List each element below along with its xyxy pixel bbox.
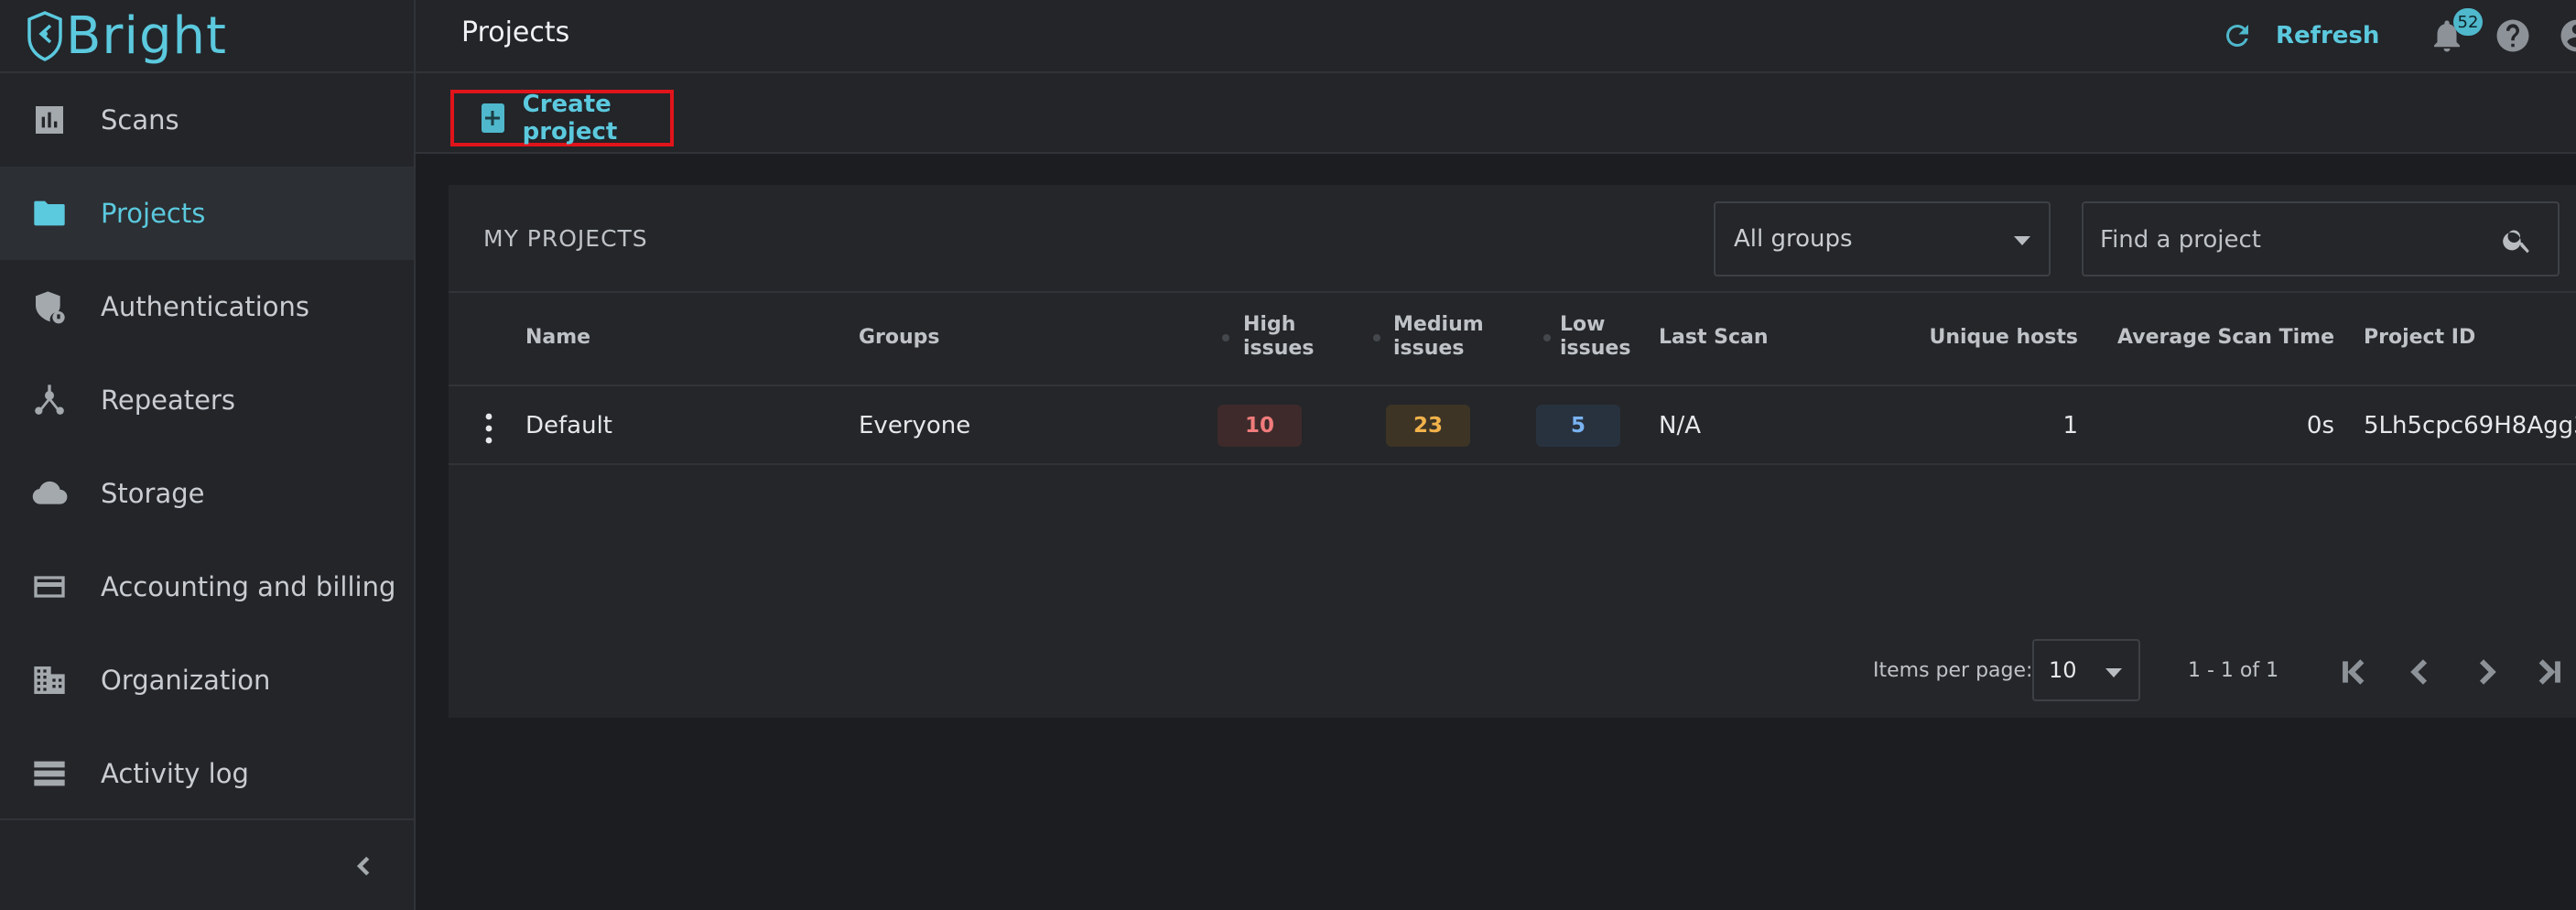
last-page-icon bbox=[2538, 659, 2560, 685]
sort-indicator-icon bbox=[1543, 334, 1551, 341]
project-id-value: 5Lh5cpc69H8Agg3 bbox=[2364, 412, 2576, 439]
refresh-button[interactable]: Refresh bbox=[2221, 15, 2379, 57]
brand-logo[interactable]: Bright bbox=[0, 0, 414, 73]
search-icon[interactable] bbox=[2501, 223, 2534, 256]
list-icon bbox=[31, 755, 68, 792]
collapse-sidebar-button[interactable] bbox=[346, 848, 383, 884]
sidebar-item-repeaters[interactable]: Repeaters bbox=[0, 353, 414, 447]
create-project-button[interactable]: Create project bbox=[450, 90, 674, 146]
sidebar-item-label: Authentications bbox=[101, 291, 309, 322]
items-per-page-select[interactable]: 10 bbox=[2032, 639, 2140, 701]
groups-filter-select[interactable]: All groups bbox=[1714, 201, 2051, 276]
average-scan-time-value: 0s bbox=[2306, 412, 2334, 439]
refresh-label: Refresh bbox=[2276, 22, 2380, 49]
column-header-high-issues[interactable]: High issues bbox=[1243, 313, 1314, 361]
chevron-right-icon bbox=[2479, 659, 2496, 685]
search-input[interactable] bbox=[2100, 222, 2484, 258]
column-header-project-id[interactable]: Project ID bbox=[2364, 326, 2475, 350]
last-page-button[interactable] bbox=[2530, 654, 2567, 690]
project-groups: Everyone bbox=[859, 412, 971, 439]
sidebar-item-label: Projects bbox=[101, 198, 206, 229]
sidebar-item-organization[interactable]: Organization bbox=[0, 634, 414, 727]
page-range: 1 - 1 of 1 bbox=[2188, 659, 2279, 682]
refresh-icon bbox=[2226, 25, 2248, 47]
help-icon bbox=[2496, 19, 2529, 52]
card-title: MY PROJECTS bbox=[483, 225, 648, 252]
sidebar-item-projects[interactable]: Projects bbox=[0, 167, 414, 260]
account-circle-icon bbox=[2560, 19, 2576, 52]
sidebar-item-label: Storage bbox=[101, 478, 205, 509]
sidebar: Bright Scans Projects Authentications Re bbox=[0, 0, 416, 910]
groups-filter-value: All groups bbox=[1734, 225, 1853, 253]
create-project-label: Create project bbox=[522, 91, 618, 146]
hub-icon bbox=[31, 382, 68, 418]
column-header-name[interactable]: Name bbox=[525, 326, 590, 350]
bar-chart-icon bbox=[31, 102, 68, 138]
header-line: Medium bbox=[1393, 313, 1484, 336]
caret-down-icon bbox=[2014, 236, 2030, 245]
column-header-low-issues[interactable]: Low issues bbox=[1560, 313, 1630, 361]
sort-indicator-icon bbox=[1222, 334, 1229, 341]
shield-logo-icon bbox=[27, 11, 62, 61]
header-line: issues bbox=[1393, 337, 1465, 360]
sidebar-item-activity-log[interactable]: Activity log bbox=[0, 727, 414, 820]
divider bbox=[449, 385, 2576, 386]
help-button[interactable] bbox=[2494, 16, 2532, 55]
header-line: High bbox=[1243, 313, 1296, 336]
project-name[interactable]: Default bbox=[525, 412, 612, 439]
column-header-last-scan[interactable]: Last Scan bbox=[1659, 326, 1769, 350]
app-root: Bright Scans Projects Authentications Re bbox=[0, 0, 2576, 910]
chevron-left-icon bbox=[2410, 659, 2428, 685]
column-header-medium-issues[interactable]: Medium issues bbox=[1393, 313, 1484, 361]
sidebar-footer bbox=[0, 818, 414, 910]
page-title: Projects bbox=[461, 16, 570, 49]
sidebar-item-scans[interactable]: Scans bbox=[0, 73, 414, 167]
medium-issues-badge: 23 bbox=[1386, 405, 1470, 447]
high-issues-badge: 10 bbox=[1218, 405, 1302, 447]
caret-down-icon bbox=[2105, 668, 2122, 677]
row-actions-button[interactable] bbox=[482, 412, 496, 445]
plus-icon bbox=[482, 103, 504, 133]
action-bar: Create project bbox=[416, 73, 2576, 154]
low-issues-badge: 5 bbox=[1536, 405, 1620, 447]
sidebar-item-storage[interactable]: Storage bbox=[0, 447, 414, 540]
credit-card-icon bbox=[31, 569, 68, 605]
items-per-page-value: 10 bbox=[2049, 657, 2077, 683]
notifications-count-badge: 52 bbox=[2453, 8, 2483, 36]
account-button[interactable] bbox=[2558, 16, 2576, 55]
more-vertical-icon bbox=[485, 413, 492, 444]
sidebar-item-label: Scans bbox=[101, 104, 179, 135]
column-header-groups[interactable]: Groups bbox=[859, 326, 940, 350]
top-bar: Projects Refresh 52 bbox=[416, 0, 2576, 73]
chevron-left-icon bbox=[356, 856, 370, 876]
shield-lock-icon bbox=[31, 288, 68, 325]
sidebar-item-accounting-billing[interactable]: Accounting and billing bbox=[0, 540, 414, 634]
unique-hosts-value: 1 bbox=[2062, 412, 2078, 439]
header-line: issues bbox=[1243, 337, 1315, 360]
sidebar-item-label: Accounting and billing bbox=[101, 571, 396, 602]
cloud-icon bbox=[31, 475, 68, 512]
divider bbox=[449, 291, 2576, 293]
folder-icon bbox=[31, 195, 68, 232]
header-line: Low bbox=[1560, 313, 1606, 336]
next-page-button[interactable] bbox=[2468, 654, 2505, 690]
sidebar-item-authentications[interactable]: Authentications bbox=[0, 260, 414, 353]
first-page-button[interactable] bbox=[2336, 654, 2373, 690]
first-page-icon bbox=[2343, 659, 2365, 685]
sidebar-item-label: Activity log bbox=[101, 758, 249, 789]
last-scan-value: N/A bbox=[1659, 412, 1701, 439]
divider bbox=[449, 463, 2576, 465]
sidebar-item-label: Repeaters bbox=[101, 385, 235, 416]
column-header-unique-hosts[interactable]: Unique hosts bbox=[1858, 326, 2078, 350]
header-line: issues bbox=[1560, 337, 1631, 360]
project-search bbox=[2082, 201, 2560, 276]
column-header-average-scan-time[interactable]: Average Scan Time bbox=[2078, 326, 2334, 350]
projects-card: MY PROJECTS All groups Name Groups High … bbox=[449, 185, 2576, 718]
building-icon bbox=[31, 662, 68, 699]
previous-page-button[interactable] bbox=[2402, 654, 2439, 690]
items-per-page-label: Items per page: bbox=[1873, 659, 2033, 682]
sort-indicator-icon bbox=[1373, 334, 1380, 341]
brand-name: Bright bbox=[66, 5, 227, 66]
sidebar-item-label: Organization bbox=[101, 665, 271, 696]
